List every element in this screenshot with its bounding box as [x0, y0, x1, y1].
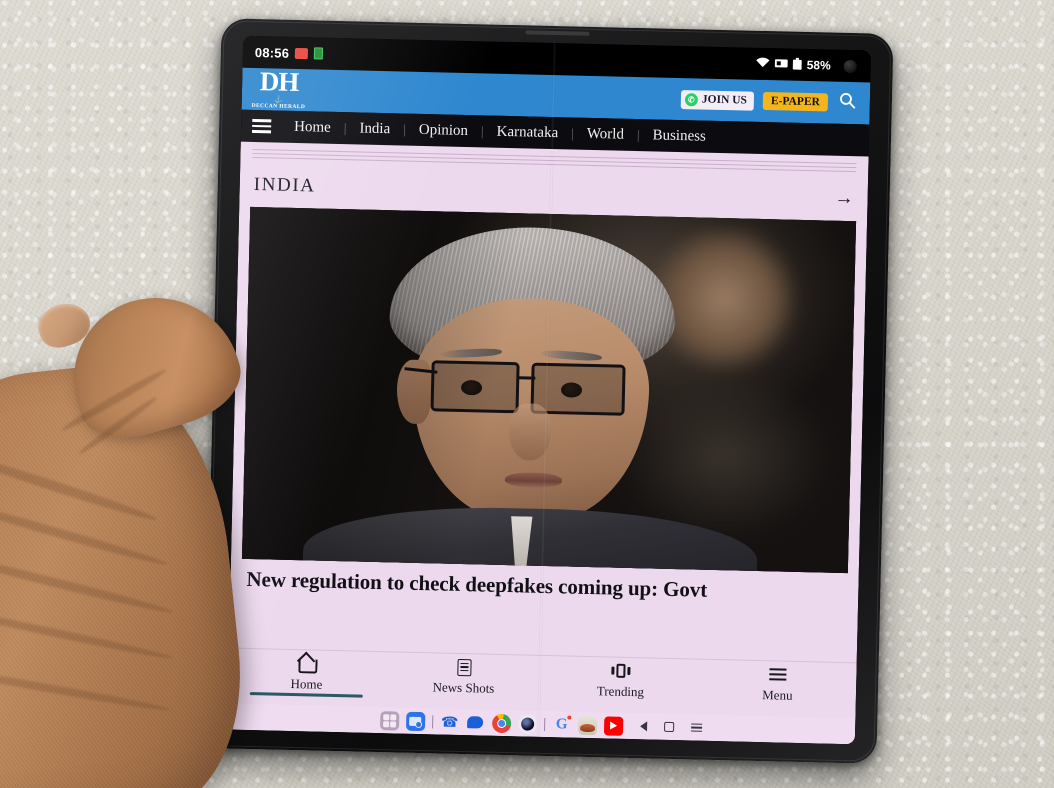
chrome-icon[interactable] — [491, 713, 512, 733]
files-icon[interactable] — [405, 711, 426, 731]
whatsapp-icon: ✆ — [684, 92, 699, 106]
epaper-label: E-PAPER — [770, 95, 821, 109]
nav-item-opinion[interactable]: Opinion — [406, 121, 482, 140]
nav-item-home[interactable]: Home — [281, 118, 344, 136]
back-button[interactable] — [640, 721, 648, 732]
tab-news-shots[interactable]: News Shots — [385, 655, 543, 698]
glasses-lens-left — [430, 360, 520, 414]
subject-portrait — [301, 224, 759, 574]
notification-green-icon — [313, 47, 324, 60]
home-button[interactable] — [664, 721, 675, 733]
nav-item-business[interactable]: Business — [639, 127, 719, 146]
arrow-right-icon[interactable]: → — [834, 188, 853, 210]
article-image[interactable] — [241, 206, 857, 574]
google-icon[interactable]: G — [551, 714, 572, 735]
hamburger-icon — [769, 664, 787, 684]
header-actions: ✆ JOIN US E-PAPER — [680, 88, 859, 114]
join-us-label: JOIN US — [701, 93, 748, 107]
status-bar-left: 08:56 — [255, 44, 324, 61]
tab-trending-label: Trending — [596, 683, 645, 700]
deccan-herald-logo[interactable]: DH ⚓ DECCAN HERALD — [252, 66, 307, 111]
cards-icon — [611, 661, 631, 681]
food-app-icon[interactable] — [577, 715, 598, 735]
status-bar-right: 58% — [756, 56, 857, 73]
notification-red-icon — [295, 47, 309, 59]
battery-percent: 58% — [806, 57, 831, 73]
messages-icon[interactable] — [465, 712, 486, 733]
android-nav-keys — [640, 721, 703, 733]
tab-news-shots-label: News Shots — [432, 679, 495, 696]
youtube-icon[interactable] — [603, 715, 624, 736]
front-camera-icon — [843, 59, 857, 73]
foldable-phone: 08:56 58% DH ⚓ DECCAN HERALD ✆ JOIN US E… — [204, 18, 894, 764]
tab-trending[interactable]: Trending — [542, 659, 700, 702]
search-icon[interactable] — [837, 92, 859, 114]
dock-divider — [432, 714, 434, 728]
dock-divider — [544, 717, 546, 731]
camera-icon[interactable] — [517, 713, 538, 734]
phone-icon[interactable]: ☎ — [439, 712, 460, 732]
signal-icon — [774, 57, 788, 71]
recents-button[interactable] — [691, 723, 703, 733]
document-icon — [456, 657, 472, 677]
glasses-bridge — [517, 376, 536, 380]
nav-item-world[interactable]: World — [574, 125, 638, 143]
battery-icon — [792, 57, 802, 72]
section-title: INDIA — [253, 173, 316, 197]
hand-holding-device — [0, 277, 302, 788]
tab-menu[interactable]: Menu — [699, 663, 857, 706]
photo-scene: 08:56 58% DH ⚓ DECCAN HERALD ✆ JOIN US E… — [0, 0, 1054, 788]
nav-item-karnataka[interactable]: Karnataka — [483, 123, 571, 142]
status-clock: 08:56 — [254, 44, 290, 61]
join-us-button[interactable]: ✆ JOIN US — [680, 89, 755, 111]
app-drawer-icon[interactable] — [379, 710, 400, 731]
page-content: INDIA → New regulation to check deepfake… — [226, 141, 869, 745]
nav-item-india[interactable]: India — [346, 120, 403, 138]
logo-mark: DH — [259, 66, 299, 98]
wifi-icon — [756, 57, 770, 71]
hamburger-icon[interactable] — [250, 117, 281, 135]
tab-menu-label: Menu — [762, 687, 793, 703]
epaper-button[interactable]: E-PAPER — [762, 91, 829, 112]
phone-screen: 08:56 58% DH ⚓ DECCAN HERALD ✆ JOIN US E… — [226, 35, 872, 745]
